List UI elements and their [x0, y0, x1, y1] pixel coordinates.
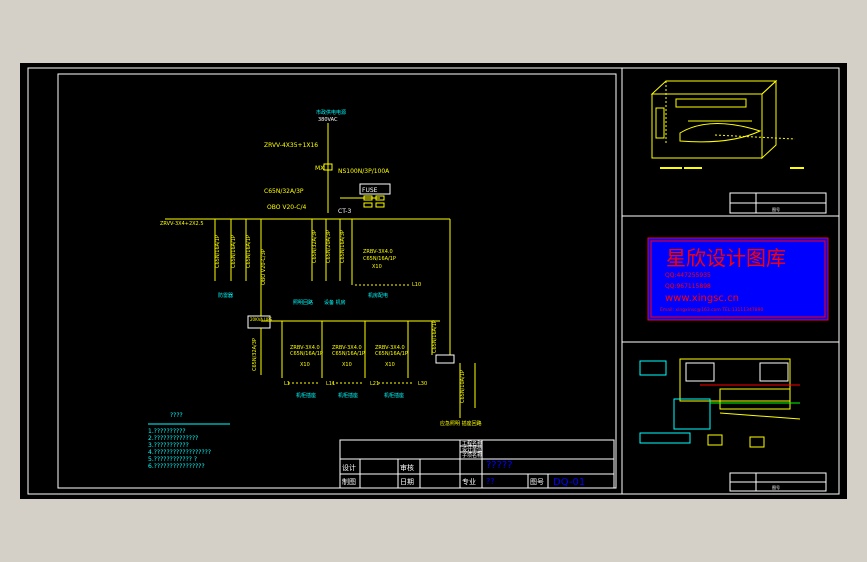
- plan-room-4: [719, 388, 791, 410]
- right-switch-2-label: C65N/10A/1P: [460, 370, 466, 403]
- note-6: 6.????????????????: [148, 463, 205, 470]
- watermark-title: 星欣设计图库: [666, 246, 786, 270]
- voltage-label: 380VAC: [318, 117, 338, 123]
- tb-draw: 制图: [342, 477, 356, 486]
- watermark-website: www.xingsc.cn: [665, 293, 739, 304]
- emergency-label: 应急照明 插座回路: [440, 420, 482, 427]
- fuse-4: [375, 202, 385, 208]
- branch-b3-label: C65N/16A/3P: [340, 230, 346, 263]
- room-floor-shape: [679, 123, 762, 143]
- breaker-2-label: OBO V20-C/4: [267, 204, 306, 211]
- ctrl-cable-label: ZRBV-3X4.0: [363, 249, 393, 255]
- watermark-panel: 星欣设计图库 QQ:447255935 QQ:967115898 www.xin…: [647, 237, 829, 321]
- main-switch-label: NS100N/3P/100A: [338, 168, 390, 175]
- thumbnail-floorplan: 图号: [639, 358, 827, 492]
- room-dim-line: [714, 134, 796, 140]
- plan-wire-3: [719, 412, 801, 420]
- tb-row-2: 设计单位: [462, 446, 482, 453]
- tb-date: 日期: [400, 478, 414, 486]
- ct-label: CT-3: [338, 208, 351, 215]
- branch-a1-label: C65N/16A/1P: [215, 235, 221, 268]
- branch-cable-label: ZRVV-3X4+2X2.5: [160, 221, 204, 227]
- plan-legend-4: [749, 436, 765, 448]
- room-legend-1: [660, 167, 682, 169]
- thumbnail-3d-room: 图号: [650, 79, 827, 214]
- bank-1-breaker: C65N/16A/1P: [290, 351, 323, 357]
- plan-legend-box: [639, 360, 667, 376]
- branch-a3-label: C65N/16A/1P: [246, 235, 252, 268]
- bank-2-qty: X10: [342, 362, 352, 368]
- cad-drawing: 市政供电电源 380VAC ZRVV-4X35+1X16 MX NS100N/3…: [27, 67, 840, 495]
- ctrl-qty-label: X10: [372, 264, 382, 270]
- branch-a2-label: C65N/16A/1P: [231, 235, 237, 268]
- title-block: 工程名称 设计单位 子项名称 ????? 设计 审核 制图 日期 专业 ?? 图…: [339, 439, 615, 489]
- tb-drawing-no-label: 图号: [530, 478, 544, 486]
- fuse-label: FUSE: [362, 187, 378, 194]
- note-1: 1.??????????: [148, 428, 186, 435]
- tb-major: 专业: [462, 477, 476, 486]
- room-rack: [675, 98, 747, 108]
- tb-major-value: ??: [486, 477, 495, 486]
- watermark-qq1: QQ:447255935: [665, 272, 711, 279]
- left-group-label: 防雷器: [218, 292, 233, 299]
- ups-switch-label: C65N/32A/3P: [252, 338, 258, 371]
- watermark-email: Email: xingxinsc@163.com TEL:13111347890: [660, 307, 763, 313]
- room-cabinet: [655, 107, 665, 139]
- tb-name-value: ?????: [486, 460, 513, 471]
- room-legend-3: [790, 167, 804, 169]
- note-2: 2.??????????????: [148, 435, 198, 442]
- room-legend-2: [684, 167, 702, 169]
- branch-bank: ZRBV-3X4.0 C65N/16A/1P X10 ZRBV-3X4.0 C6…: [281, 321, 427, 399]
- bank-label-1: 机柜插座: [296, 392, 316, 399]
- bank-line-l30: L30: [418, 381, 427, 387]
- group-a-label: 机房配电: [368, 292, 388, 299]
- note-5: 5.???????????? ?: [148, 456, 197, 463]
- tb-row-3: 子项名称: [462, 452, 482, 459]
- drawing-canvas: 市政供电电源 380VAC ZRVV-4X35+1X16 MX NS100N/3…: [20, 63, 847, 499]
- bank-1-qty: X10: [300, 362, 310, 368]
- branch-b2-label: C65N/20A/3P: [326, 230, 332, 263]
- bank-3-qty: X10: [385, 362, 395, 368]
- room-top: [650, 80, 778, 95]
- thumb1-tb-label: 图号: [772, 206, 780, 212]
- lighting-label: 照明回路: [293, 299, 313, 306]
- watermark-qq2: QQ:967115898: [665, 283, 711, 290]
- schematic: 市政供电电源 380VAC ZRVV-4X35+1X16 MX NS100N/3…: [148, 109, 482, 470]
- bank-3-breaker: C65N/16A/1P: [375, 351, 408, 357]
- bank-label-3: 机柜插座: [384, 392, 404, 399]
- tb-design: 设计: [342, 463, 356, 472]
- bank-label-2: 机柜插座: [338, 392, 358, 399]
- notes-title: ????: [170, 412, 183, 419]
- branch-b1-label: C65N/32A/3P: [312, 230, 318, 263]
- fuse-2: [363, 202, 373, 208]
- plan-room-2: [759, 362, 789, 382]
- ctrl-breaker-label: C65N/16A/1P: [363, 256, 396, 262]
- thumb3-tb-label: 图号: [772, 484, 780, 490]
- bank-line-l21: L21: [370, 381, 379, 387]
- plan-legend-2: [639, 432, 691, 444]
- plan-room-3: [673, 398, 711, 430]
- branch-a4-label: OBO V20-C/3P: [261, 249, 267, 285]
- right-switch-label: C65N/16A/1P: [432, 320, 438, 353]
- tb-row-1: 工程名称: [462, 440, 482, 447]
- note-3: 3.???????????: [148, 442, 189, 449]
- note-4: 4.??????????????????: [148, 449, 211, 456]
- bank-line-l11: L11: [326, 381, 335, 387]
- l10-label: L10: [412, 282, 421, 288]
- plan-outer: [679, 358, 791, 402]
- tb-review: 审核: [400, 463, 414, 472]
- mx-label: MX: [315, 165, 324, 172]
- main-cable-label: ZRVV-4X35+1X16: [264, 142, 318, 149]
- plan-legend-3: [707, 434, 723, 446]
- equipment-label: 设备 机房: [324, 299, 346, 306]
- bank-line-l1: L1: [284, 381, 290, 387]
- plan-room-1: [685, 362, 715, 382]
- power-source-label: 市政供电电源: [316, 109, 346, 116]
- breaker-1-label: C65N/32A/3P: [264, 188, 304, 195]
- bank-2-breaker: C65N/16A/1P: [332, 351, 365, 357]
- main-sheet-border: [57, 73, 617, 489]
- emergency-box: [435, 354, 455, 364]
- room-side: [761, 79, 777, 160]
- tb-drawing-no: DQ-01: [553, 477, 585, 488]
